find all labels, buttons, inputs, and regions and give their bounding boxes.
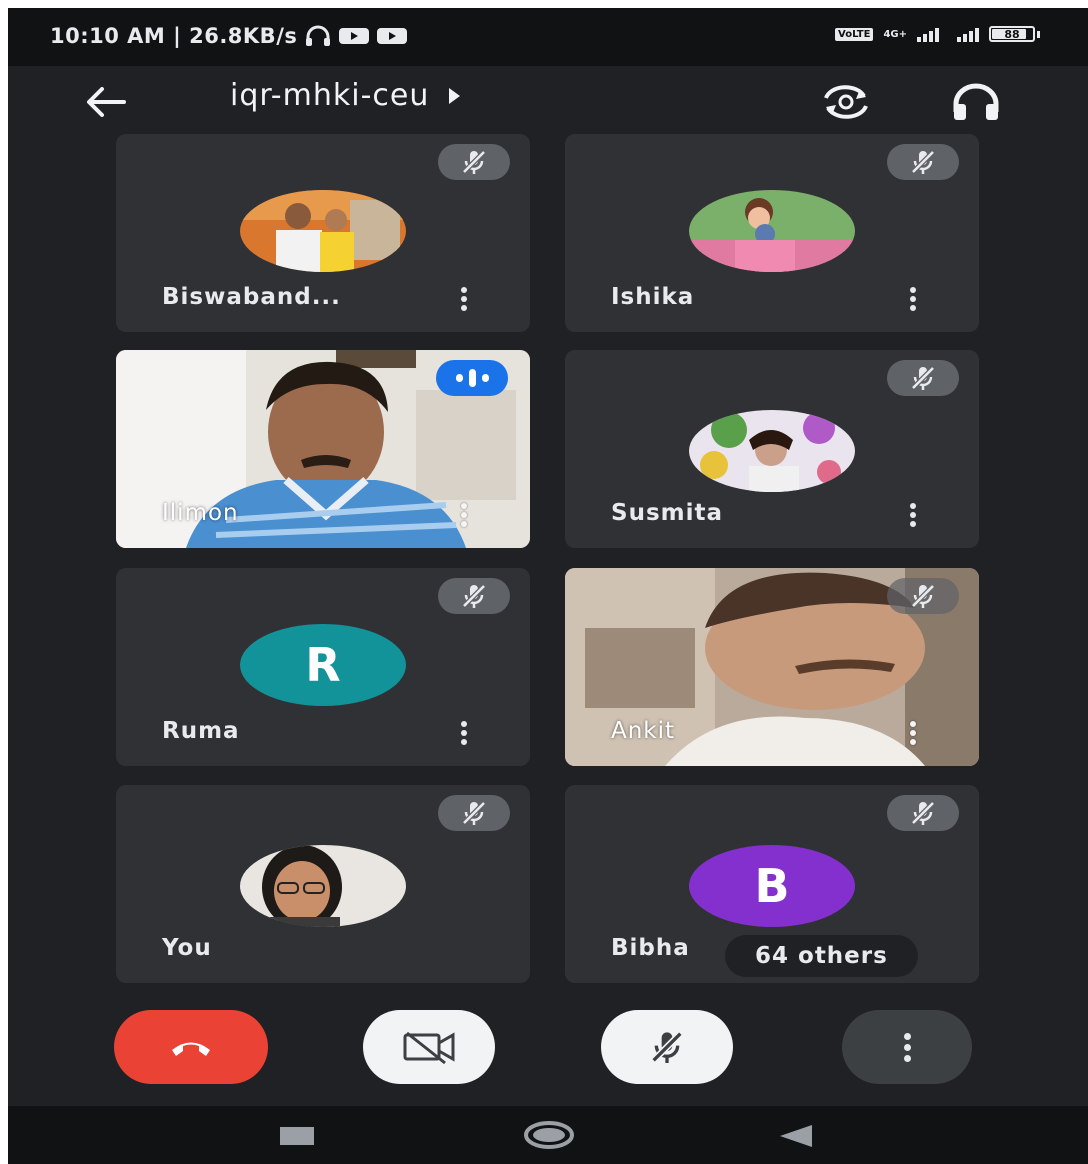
avatar bbox=[240, 190, 406, 272]
muted-badge bbox=[887, 578, 959, 614]
mic-off-icon bbox=[462, 584, 486, 608]
meeting-header: iqr-mhki-ceu bbox=[8, 66, 1088, 136]
muted-badge bbox=[887, 795, 959, 831]
mic-off-icon bbox=[651, 1031, 683, 1063]
end-call-button[interactable] bbox=[114, 1010, 268, 1084]
participant-name: Ishika bbox=[611, 284, 695, 310]
status-time-speed: 10:10 AM | 26.8KB/s bbox=[50, 24, 298, 48]
avatar bbox=[240, 845, 406, 927]
headphones-icon bbox=[953, 83, 999, 120]
participant-name: Bibha bbox=[611, 935, 690, 961]
system-nav-bar bbox=[8, 1106, 1088, 1164]
home-circle-icon bbox=[524, 1121, 574, 1149]
mic-off-icon bbox=[911, 150, 935, 174]
others-count-chip[interactable]: 64 others bbox=[725, 935, 918, 977]
battery-level: 88 bbox=[1004, 27, 1020, 41]
muted-badge bbox=[438, 795, 510, 831]
call-controls bbox=[8, 998, 1088, 1098]
self-tile[interactable]: You bbox=[116, 785, 530, 983]
participant-name: You bbox=[162, 935, 212, 961]
avatar-initial: R bbox=[305, 638, 341, 692]
avatar bbox=[689, 190, 855, 272]
more-options-button[interactable] bbox=[842, 1010, 972, 1084]
participant-tile[interactable]: B Bibha 64 others bbox=[565, 785, 979, 983]
youtube-status-icon bbox=[339, 27, 370, 45]
battery-icon: 88 bbox=[989, 26, 1035, 42]
mic-off-icon bbox=[462, 801, 486, 825]
meeting-title[interactable]: iqr-mhki-ceu bbox=[230, 78, 461, 113]
back-nav-button[interactable] bbox=[778, 1125, 814, 1151]
participant-name: Ruma bbox=[162, 718, 240, 744]
initial-avatar: B bbox=[689, 845, 855, 927]
mic-off-icon bbox=[911, 366, 935, 390]
signal-2-icon bbox=[957, 26, 979, 42]
mic-off-icon bbox=[911, 801, 935, 825]
participant-video-tile[interactable]: Ankit bbox=[565, 568, 979, 766]
back-arrow-icon bbox=[87, 87, 126, 117]
battery-tip bbox=[1037, 30, 1040, 38]
square-icon bbox=[280, 1127, 314, 1145]
switch-camera-icon bbox=[824, 85, 868, 119]
expand-caret-icon bbox=[449, 87, 461, 104]
muted-badge bbox=[887, 144, 959, 180]
tile-more-button[interactable] bbox=[452, 500, 476, 530]
phone-screen: 10:10 AM | 26.8KB/s VoLTE 4G+ 88 iqr-mhk… bbox=[8, 8, 1088, 1164]
more-vert-icon bbox=[903, 1032, 911, 1040]
participant-name: Ilimon bbox=[162, 500, 239, 526]
recents-button[interactable] bbox=[280, 1127, 314, 1149]
participant-video-tile[interactable]: Ilimon bbox=[116, 350, 530, 548]
speaking-indicator bbox=[436, 360, 508, 396]
mic-toggle-button[interactable] bbox=[601, 1010, 733, 1084]
participant-name: Biswaband... bbox=[162, 284, 341, 310]
avatar-initial: B bbox=[754, 859, 790, 913]
tile-more-button[interactable] bbox=[901, 500, 925, 530]
mic-off-icon bbox=[911, 584, 935, 608]
tile-more-button[interactable] bbox=[452, 718, 476, 748]
participant-name: Ankit bbox=[611, 718, 676, 744]
end-call-icon bbox=[172, 1042, 210, 1056]
mic-off-icon bbox=[462, 150, 486, 174]
signal-1-icon bbox=[917, 26, 939, 42]
home-button[interactable] bbox=[523, 1120, 575, 1154]
camera-off-icon bbox=[403, 1031, 455, 1065]
headphones-status-icon bbox=[305, 25, 331, 47]
back-button[interactable] bbox=[80, 80, 132, 124]
participant-tile[interactable]: Susmita bbox=[565, 350, 979, 548]
participant-tile[interactable]: Biswaband... bbox=[116, 134, 530, 332]
muted-badge bbox=[438, 578, 510, 614]
status-bar: 10:10 AM | 26.8KB/s VoLTE 4G+ 88 bbox=[8, 8, 1088, 66]
volte-badge: VoLTE bbox=[835, 27, 874, 41]
tile-more-button[interactable] bbox=[901, 718, 925, 748]
status-right: VoLTE 4G+ 88 bbox=[835, 26, 1040, 42]
audio-output-button[interactable] bbox=[946, 80, 1006, 124]
camera-toggle-button[interactable] bbox=[363, 1010, 495, 1084]
switch-camera-button[interactable] bbox=[816, 80, 876, 124]
participant-name: Susmita bbox=[611, 500, 723, 526]
network-type-label: 4G+ bbox=[883, 28, 907, 40]
muted-badge bbox=[438, 144, 510, 180]
meeting-code: iqr-mhki-ceu bbox=[230, 78, 430, 113]
youtube-status-icon-2 bbox=[377, 27, 408, 45]
muted-badge bbox=[887, 360, 959, 396]
tile-more-button[interactable] bbox=[901, 284, 925, 314]
participant-tile[interactable]: Ishika bbox=[565, 134, 979, 332]
avatar bbox=[689, 410, 855, 492]
tile-more-button[interactable] bbox=[452, 284, 476, 314]
back-triangle-icon bbox=[780, 1125, 812, 1147]
participant-tile[interactable]: R Ruma bbox=[116, 568, 530, 766]
status-left: 10:10 AM | 26.8KB/s bbox=[50, 24, 408, 48]
initial-avatar: R bbox=[240, 624, 406, 706]
